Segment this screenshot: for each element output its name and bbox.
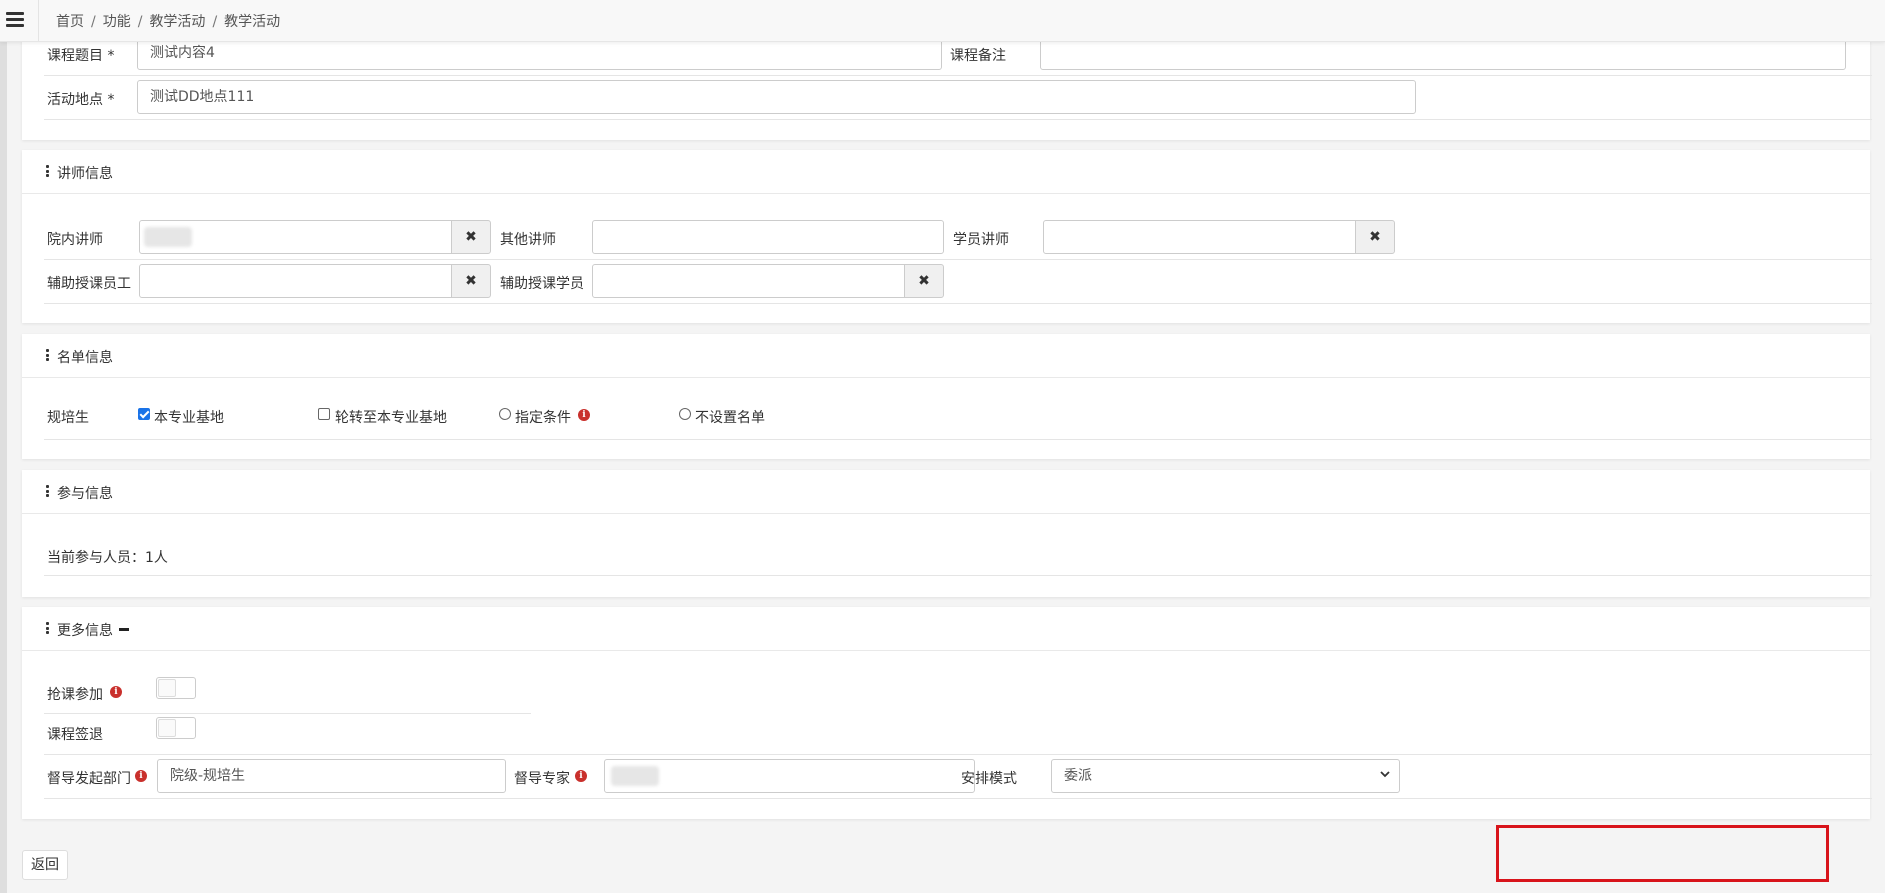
assist-student-label: 辅助授课学员 <box>500 276 584 292</box>
vertical-dots-icon <box>46 165 49 179</box>
grab-course-label: 抢课参加 <box>47 687 103 703</box>
top-navbar: 首页 / 功能 / 教学活动 / 教学活动 <box>0 0 1885 42</box>
supervision-expert-input[interactable] <box>604 759 975 793</box>
section-title: 参与信息 <box>46 483 113 503</box>
row-divider <box>44 119 1872 120</box>
row-divider <box>44 798 1872 799</box>
supervision-dept-input[interactable]: 院级-规培生 <box>157 759 506 793</box>
breadcrumb: 首页 / 功能 / 教学活动 / 教学活动 <box>56 14 281 30</box>
clear-assist-staff-button[interactable]: ✖ <box>451 264 491 298</box>
chevron-down-icon <box>1380 771 1390 778</box>
course-signout-toggle[interactable] <box>156 717 196 739</box>
navbar-divider <box>38 0 39 41</box>
row-divider <box>44 75 1872 76</box>
more-info-title: 更多信息 <box>57 623 113 639</box>
row-divider <box>44 754 1872 755</box>
more-info-header: 更多信息 <box>22 607 1870 651</box>
vertical-dots-icon <box>46 349 49 363</box>
location-input[interactable]: 测试DD地点111 <box>137 80 1416 114</box>
supervision-expert-label: 督导专家 <box>514 771 570 787</box>
arrange-mode-label: 安排模式 <box>961 771 1017 787</box>
row-divider <box>44 575 1872 576</box>
student-lecturer-label: 学员讲师 <box>953 232 1009 248</box>
info-icon[interactable]: i <box>575 770 587 782</box>
course-signout-label: 课程签退 <box>47 727 103 743</box>
assist-student-input[interactable] <box>592 264 905 298</box>
row-divider <box>44 439 1872 440</box>
lecturer-info-header: 讲师信息 <box>22 150 1870 194</box>
breadcrumb-current: 教学活动 <box>224 14 281 30</box>
participation-info-panel: 参与信息 当前参与人员：1人 <box>22 470 1872 597</box>
no-roster-radio[interactable] <box>679 408 691 420</box>
resident-label: 规培生 <box>47 410 89 426</box>
supervision-dept-label: 督导发起部门 <box>47 771 131 787</box>
more-info-panel: 更多信息 抢课参加 i 课程签退 督导发起部门 i 院级-规培生 督导专家 i … <box>22 607 1872 819</box>
current-participants-text: 当前参与人员：1人 <box>47 550 168 566</box>
row-divider <box>44 713 531 714</box>
vertical-dots-icon <box>46 622 49 636</box>
rotate-to-base-option-label: 轮转至本专业基地 <box>335 410 447 426</box>
row-divider <box>44 259 1872 260</box>
menu-toggle-icon[interactable] <box>6 12 26 28</box>
left-edge-bar <box>0 0 7 893</box>
arrange-mode-value: 委派 <box>1064 768 1092 784</box>
location-label: 活动地点 * <box>47 92 115 108</box>
highlight-annotation-box <box>1496 825 1829 882</box>
section-title: 更多信息 <box>46 620 129 640</box>
student-lecturer-input[interactable] <box>1043 220 1356 254</box>
specified-condition-radio[interactable] <box>499 408 511 420</box>
breadcrumb-home[interactable]: 首页 <box>56 14 84 30</box>
participation-info-header: 参与信息 <box>22 470 1870 514</box>
row-divider <box>44 303 1872 304</box>
vertical-dots-icon <box>46 485 49 499</box>
breadcrumb-function[interactable]: 功能 <box>103 14 131 30</box>
info-icon[interactable]: i <box>110 686 122 698</box>
lecturer-info-title: 讲师信息 <box>57 166 113 182</box>
internal-lecturer-label: 院内讲师 <box>47 232 103 248</box>
blurred-expert-name <box>611 766 659 786</box>
clear-student-lecturer-button[interactable]: ✖ <box>1355 220 1395 254</box>
info-icon[interactable]: i <box>135 770 147 782</box>
no-roster-option-label: 不设置名单 <box>695 410 765 426</box>
rotate-to-base-checkbox[interactable] <box>318 408 330 420</box>
arrange-mode-select[interactable]: 委派 <box>1051 759 1400 793</box>
course-remark-label: 课程备注 <box>950 48 1006 64</box>
other-lecturer-input[interactable] <box>592 220 944 254</box>
participation-info-title: 参与信息 <box>57 486 113 502</box>
grab-course-toggle[interactable] <box>156 677 196 699</box>
own-base-option-label: 本专业基地 <box>154 410 224 426</box>
collapse-minus-icon[interactable] <box>119 627 129 631</box>
roster-info-header: 名单信息 <box>22 334 1870 378</box>
assist-staff-input[interactable] <box>139 264 452 298</box>
assist-staff-label: 辅助授课员工 <box>47 276 131 292</box>
specified-condition-option-label: 指定条件 <box>515 410 571 426</box>
course-title-label: 课程题目 * <box>47 48 115 64</box>
own-base-checkbox[interactable] <box>138 408 150 420</box>
clear-internal-lecturer-button[interactable]: ✖ <box>451 220 491 254</box>
section-title: 讲师信息 <box>46 163 113 183</box>
roster-info-title: 名单信息 <box>57 350 113 366</box>
breadcrumb-teaching-activity[interactable]: 教学活动 <box>149 14 205 30</box>
roster-info-panel: 名单信息 规培生 本专业基地 轮转至本专业基地 指定条件 i 不设置名单 <box>22 334 1872 459</box>
clear-assist-student-button[interactable]: ✖ <box>904 264 944 298</box>
blurred-lecturer-name <box>144 227 192 247</box>
other-lecturer-label: 其他讲师 <box>500 232 556 248</box>
info-icon[interactable]: i <box>578 409 590 421</box>
lecturer-info-panel: 讲师信息 院内讲师 ✖ 其他讲师 学员讲师 ✖ 辅助授课员工 ✖ 辅助授课学员 … <box>22 150 1872 323</box>
internal-lecturer-input[interactable] <box>139 220 452 254</box>
section-title: 名单信息 <box>46 347 113 367</box>
back-button[interactable]: 返回 <box>22 850 68 880</box>
